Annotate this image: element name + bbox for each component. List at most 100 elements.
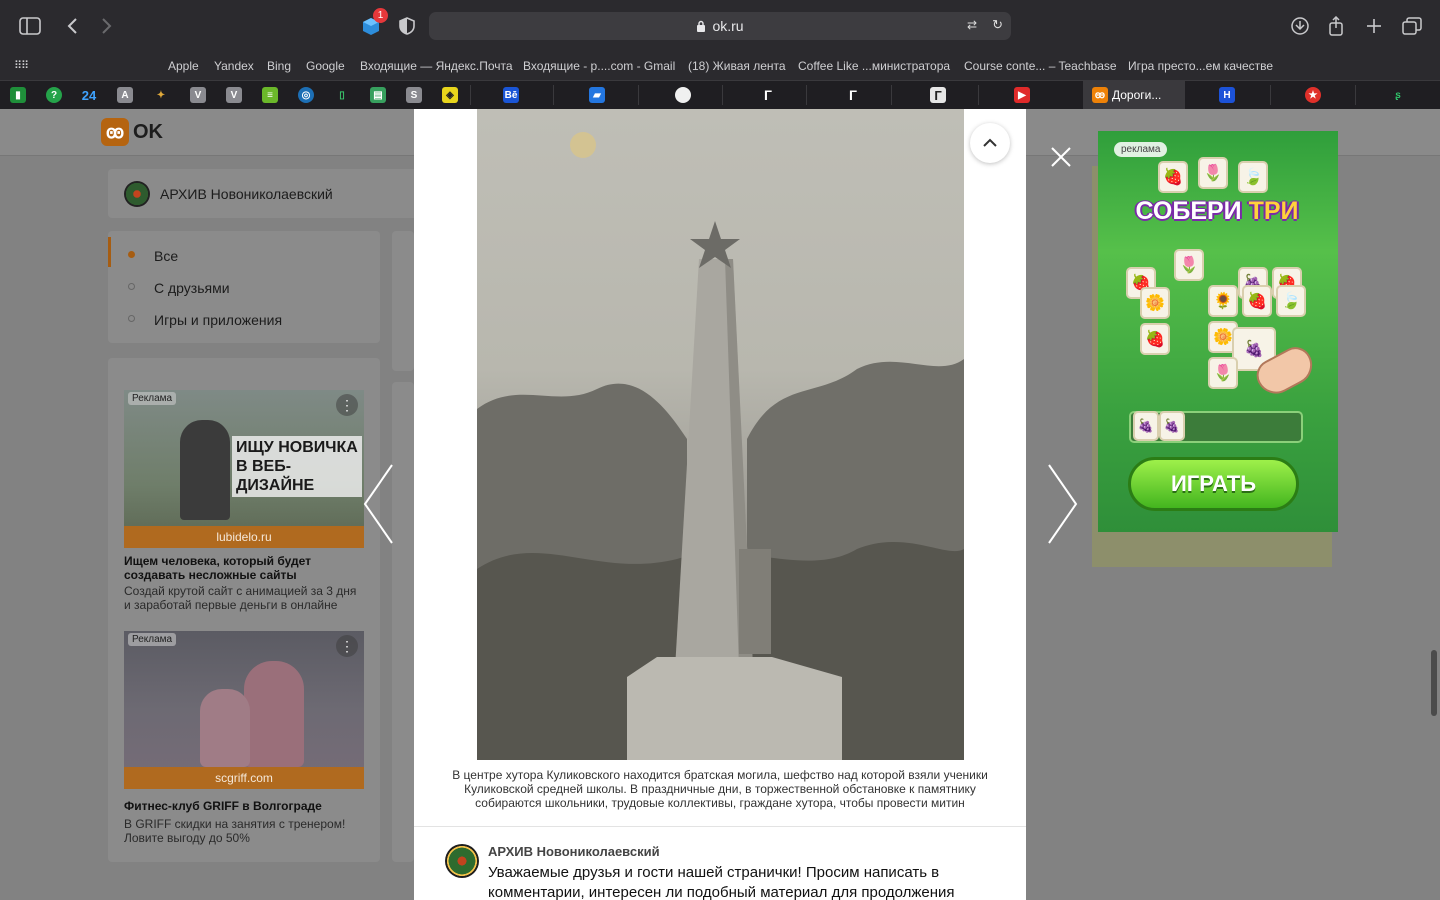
tab-overview-icon[interactable] bbox=[1400, 14, 1424, 38]
favorite-coffee-like[interactable]: Coffee Like ...министратора bbox=[798, 59, 950, 73]
tab-icon-emblem[interactable]: ✦ bbox=[153, 87, 169, 103]
tab-icon-green[interactable]: ʂ bbox=[1390, 87, 1406, 103]
ok-logo-text[interactable]: OK bbox=[133, 121, 163, 144]
share-icon[interactable] bbox=[1324, 14, 1348, 38]
filter-all[interactable]: Все bbox=[154, 248, 178, 264]
group-name[interactable]: АРХИВ Новониколаевский bbox=[160, 186, 333, 202]
lock-icon bbox=[697, 20, 706, 32]
tab-icon-yellow[interactable]: ◈ bbox=[442, 87, 458, 103]
close-viewer-button[interactable] bbox=[1048, 144, 1074, 170]
ad-domain[interactable]: lubidelo.ru bbox=[124, 526, 364, 548]
ad-label: Реклама bbox=[128, 392, 177, 405]
tab-icon-behance[interactable]: Bē bbox=[503, 87, 519, 103]
tab-icon-24[interactable]: 24 bbox=[81, 87, 97, 103]
ad-person-figure bbox=[180, 420, 230, 520]
back-icon[interactable] bbox=[60, 14, 84, 38]
tab-icon-chat[interactable]: ▰ bbox=[589, 87, 605, 103]
tab-icon-list[interactable]: ≡ bbox=[262, 87, 278, 103]
ad-menu-icon[interactable]: ⋮ bbox=[336, 635, 358, 657]
feed-filters: Все С друзьями Игры и приложения bbox=[108, 231, 380, 343]
feed-card-partial bbox=[392, 231, 414, 371]
favorite-gmail[interactable]: Входящие - p....com - Gmail bbox=[523, 59, 675, 73]
tab-icon-white-circle[interactable] bbox=[675, 87, 691, 103]
tab-icon-s[interactable]: S bbox=[406, 87, 422, 103]
chevron-up-icon bbox=[983, 138, 997, 147]
tab-icon-g2[interactable]: Г bbox=[845, 87, 861, 103]
comment-text: Уважаемые друзья и гости нашей странички… bbox=[488, 864, 955, 900]
tab-separator bbox=[722, 85, 723, 105]
ok-tab-icon: ꙭ bbox=[1092, 87, 1108, 103]
tab-icon-star[interactable]: ★ bbox=[1305, 87, 1321, 103]
game-title-part1: СОБЕРИ bbox=[1135, 197, 1249, 225]
tab-icon-circle[interactable]: ◎ bbox=[298, 87, 314, 103]
tab-icon-2[interactable]: ? bbox=[46, 87, 62, 103]
address-bar[interactable]: ok.ru ⇄ ↻ bbox=[429, 12, 1011, 40]
game-tile: 🍃 bbox=[1276, 285, 1306, 317]
next-photo-button[interactable] bbox=[1045, 463, 1079, 545]
game-title-part2: ТРИ bbox=[1248, 197, 1299, 225]
privacy-shield-icon[interactable] bbox=[395, 14, 419, 38]
favorites-bar: ⠿⠿ Apple Yandex Bing Google Входящие — Я… bbox=[0, 52, 1440, 80]
tab-icon-1[interactable]: ▮ bbox=[10, 87, 26, 103]
favorite-live-feed[interactable]: (18) Живая лента bbox=[688, 59, 786, 73]
sidebar-toggle-icon[interactable] bbox=[18, 14, 42, 38]
tab-icon-a[interactable]: A bbox=[117, 87, 133, 103]
ad-menu-icon[interactable]: ⋮ bbox=[336, 394, 358, 416]
ad-banner-text: ИЩУ НОВИЧКА В ВЕБ-ДИЗАЙНЕ bbox=[232, 436, 362, 497]
game-tile-flower: 🌷 bbox=[1198, 157, 1228, 189]
favorite-yandex[interactable]: Yandex bbox=[214, 59, 254, 73]
favorite-apple[interactable]: Apple bbox=[168, 59, 199, 73]
ad-title[interactable]: Фитнес-клуб GRIFF в Волгограде bbox=[124, 799, 364, 813]
apps-grid-icon[interactable]: ⠿⠿ bbox=[14, 59, 29, 72]
favorite-google[interactable]: Google bbox=[306, 59, 345, 73]
active-filter-marker bbox=[108, 237, 111, 267]
reload-icon[interactable]: ↻ bbox=[992, 17, 1003, 33]
filter-games-apps[interactable]: Игры и приложения bbox=[154, 312, 282, 328]
tab-icon-doc[interactable]: ▤ bbox=[370, 87, 386, 103]
tab-icon-cup[interactable]: ▯ bbox=[334, 87, 350, 103]
chevron-right-icon bbox=[1048, 464, 1078, 544]
ad-title[interactable]: Ищем человека, который будет создавать н… bbox=[124, 554, 364, 582]
photo-monument[interactable] bbox=[477, 109, 964, 760]
collapse-up-button[interactable] bbox=[970, 123, 1010, 163]
tab-separator bbox=[1355, 85, 1356, 105]
tab-separator bbox=[470, 85, 471, 105]
comment-author-avatar[interactable] bbox=[445, 844, 479, 878]
group-avatar[interactable] bbox=[124, 181, 150, 207]
ad-banner-webdesign[interactable]: Реклама ⋮ ИЩУ НОВИЧКА В ВЕБ-ДИЗАЙНЕ lubi… bbox=[124, 390, 364, 548]
ad-banner-fitness[interactable]: Реклама ⋮ scgriff.com bbox=[124, 631, 364, 789]
tab-icon-h[interactable]: H bbox=[1219, 87, 1235, 103]
favorite-yandex-mail[interactable]: Входящие — Яндекс.Почта bbox=[360, 59, 513, 73]
game-tile: 🌷 bbox=[1174, 249, 1204, 281]
ok-logo-icon[interactable]: ꙭ bbox=[101, 118, 129, 146]
play-button[interactable]: ИГРАТЬ bbox=[1128, 457, 1299, 511]
tab-icon-g3[interactable]: Г bbox=[930, 87, 946, 103]
tab-icon-youtube[interactable]: ▶ bbox=[1014, 87, 1030, 103]
ad-person-figure bbox=[200, 689, 250, 767]
tab-icon-g1[interactable]: Г bbox=[760, 87, 776, 103]
ad-label: реклама bbox=[1114, 142, 1168, 157]
game-ad-banner[interactable]: реклама 🍓 🌷 🍃 СОБЕРИ ТРИ 🍓 🌷 🍇 🍓 🌼 🌻 🍓 🍃… bbox=[1098, 131, 1338, 532]
tab-separator bbox=[978, 85, 979, 105]
left-ads-column: Реклама ⋮ ИЩУ НОВИЧКА В ВЕБ-ДИЗАЙНЕ lubi… bbox=[108, 358, 380, 862]
translate-icon[interactable]: ⇄ bbox=[967, 18, 977, 32]
tab-separator bbox=[553, 85, 554, 105]
new-tab-icon[interactable] bbox=[1362, 14, 1386, 38]
tab-icon-v1[interactable]: V bbox=[190, 87, 206, 103]
ad-text: Создай крутой сайт с анимацией за 3 дня … bbox=[124, 584, 357, 612]
favorite-game[interactable]: Игра престо...ем качестве bbox=[1128, 59, 1273, 73]
previous-photo-button[interactable] bbox=[362, 463, 396, 545]
page-scrollbar[interactable] bbox=[1431, 650, 1437, 716]
downloads-icon[interactable] bbox=[1288, 14, 1312, 38]
favorite-bing[interactable]: Bing bbox=[267, 59, 291, 73]
tab-icon-v2[interactable]: V bbox=[226, 87, 242, 103]
radio-icon bbox=[128, 283, 135, 290]
favorite-teachbase[interactable]: Course conte... – Teachbase bbox=[964, 59, 1117, 73]
tab-active-ok[interactable]: ꙭ Дороги... bbox=[1083, 81, 1185, 109]
comment-author-name[interactable]: АРХИВ Новониколаевский bbox=[488, 844, 660, 859]
forward-icon[interactable] bbox=[95, 14, 119, 38]
ad-domain[interactable]: scgriff.com bbox=[124, 767, 364, 789]
game-tile: 🌷 bbox=[1208, 357, 1238, 389]
radio-icon bbox=[128, 315, 135, 322]
filter-friends[interactable]: С друзьями bbox=[154, 280, 230, 296]
